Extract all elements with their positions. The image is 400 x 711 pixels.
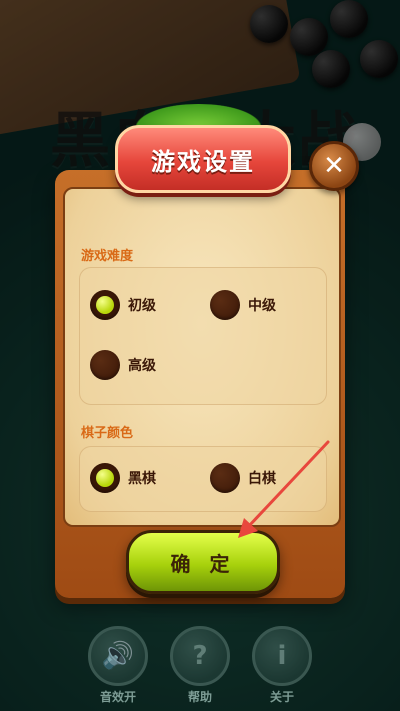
info-icon: i <box>252 626 312 686</box>
dialog-title-banner: 游戏设置 <box>115 125 291 193</box>
radio-difficulty-hard[interactable]: 高级 <box>90 350 156 380</box>
radio-label: 白棋 <box>248 471 276 487</box>
radio-label: 中级 <box>248 298 276 314</box>
sound-toggle-button[interactable]: 🔊 音效开 <box>87 626 149 705</box>
settings-panel: 游戏难度 初级 中级 高级 棋子颜色 黑棋 白棋 <box>63 187 341 527</box>
speaker-icon: 🔊 <box>88 626 148 686</box>
radio-label: 黑棋 <box>128 471 156 487</box>
radio-difficulty-medium[interactable]: 中级 <box>210 290 276 320</box>
radio-unselected-icon <box>210 463 240 493</box>
confirm-label: 确 定 <box>170 551 236 576</box>
difficulty-label: 游戏难度 <box>81 249 134 264</box>
sound-toggle-label: 音效开 <box>99 690 136 704</box>
radio-label: 初级 <box>128 298 156 314</box>
radio-piece-white[interactable]: 白棋 <box>210 463 276 493</box>
radio-unselected-icon <box>210 290 240 320</box>
about-button[interactable]: i 关于 <box>251 626 313 705</box>
help-button[interactable]: ? 帮助 <box>169 626 231 705</box>
question-icon: ? <box>170 626 230 686</box>
radio-unselected-icon <box>90 350 120 380</box>
piece-color-options: 黑棋 白棋 <box>79 446 327 512</box>
radio-selected-icon <box>90 290 120 320</box>
close-icon: ✕ <box>323 151 345 181</box>
help-label: 帮助 <box>187 690 212 704</box>
radio-piece-black[interactable]: 黑棋 <box>90 463 156 493</box>
about-label: 关于 <box>269 690 294 704</box>
close-button[interactable]: ✕ <box>309 141 359 191</box>
radio-selected-icon <box>90 463 120 493</box>
difficulty-options: 初级 中级 高级 <box>79 267 327 405</box>
radio-label: 高级 <box>128 358 156 374</box>
dialog-title: 游戏设置 <box>151 147 255 176</box>
piece-color-label: 棋子颜色 <box>81 426 134 441</box>
confirm-button[interactable]: 确 定 <box>126 530 280 594</box>
radio-difficulty-easy[interactable]: 初级 <box>90 290 156 320</box>
